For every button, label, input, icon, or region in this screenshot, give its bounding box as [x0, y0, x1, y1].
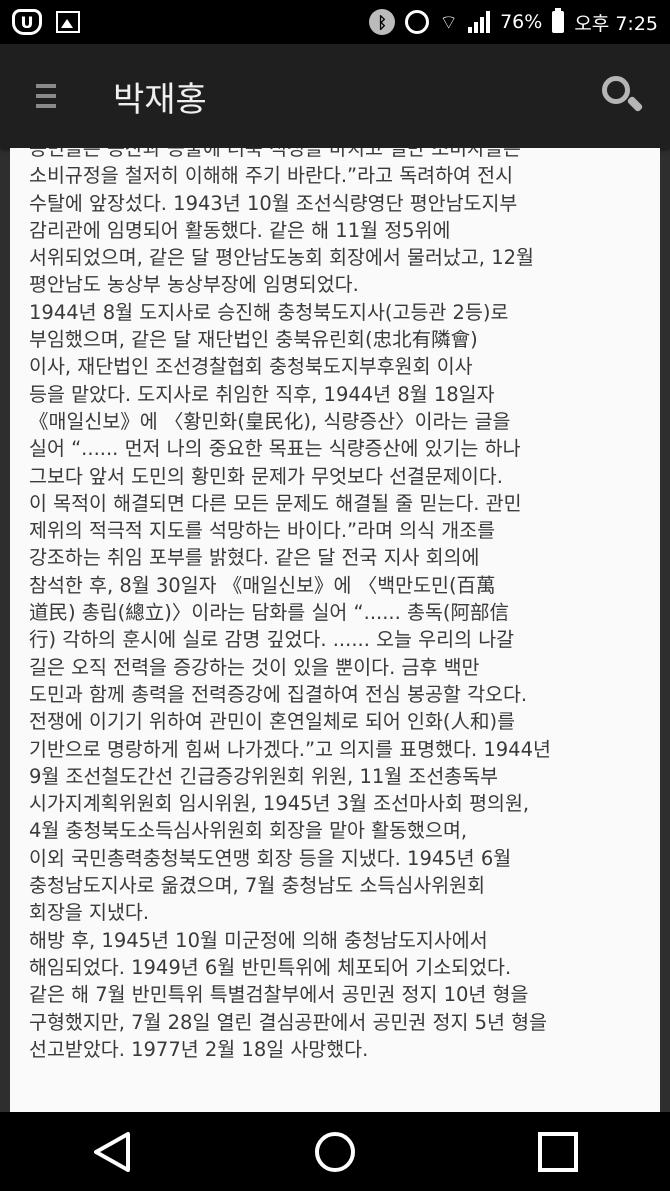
alarm-icon — [405, 10, 430, 34]
page-title: 박재홍 — [113, 79, 207, 120]
status-bar: U ᛒ ⌔ 76% 오후 7:25 — [0, 0, 670, 44]
menu-icon[interactable] — [36, 84, 56, 108]
gallery-icon — [56, 11, 80, 33]
system-icons: ᛒ ⌔ 76% 오후 7:25 — [369, 8, 670, 36]
back-icon — [92, 1131, 132, 1173]
home-icon — [313, 1130, 357, 1174]
back-button[interactable] — [77, 1122, 147, 1182]
bluetooth-icon: ᛒ — [369, 9, 396, 35]
article-card[interactable]: 농민들은 증산과 공출에 더욱 적성을 바치고 일반 소비자들은 소비규정을 철… — [10, 148, 660, 1112]
clock: 오후 7:25 — [574, 12, 658, 35]
recents-icon — [537, 1131, 579, 1173]
notification-icons: U — [0, 9, 80, 35]
battery-icon — [552, 8, 565, 33]
home-button[interactable] — [300, 1122, 370, 1182]
article-body: 농민들은 증산과 공출에 더욱 적성을 바치고 일반 소비자들은 소비규정을 철… — [29, 148, 551, 1061]
app-bar: 박재홍 — [0, 44, 670, 148]
recents-button[interactable] — [523, 1122, 593, 1182]
search-icon[interactable] — [600, 74, 644, 118]
u-plus-icon: U — [12, 9, 42, 35]
signal-icon — [468, 11, 491, 33]
battery-percent: 76% — [500, 11, 543, 33]
navigation-bar — [0, 1112, 670, 1191]
wifi-icon: ⌔ — [439, 9, 459, 34]
